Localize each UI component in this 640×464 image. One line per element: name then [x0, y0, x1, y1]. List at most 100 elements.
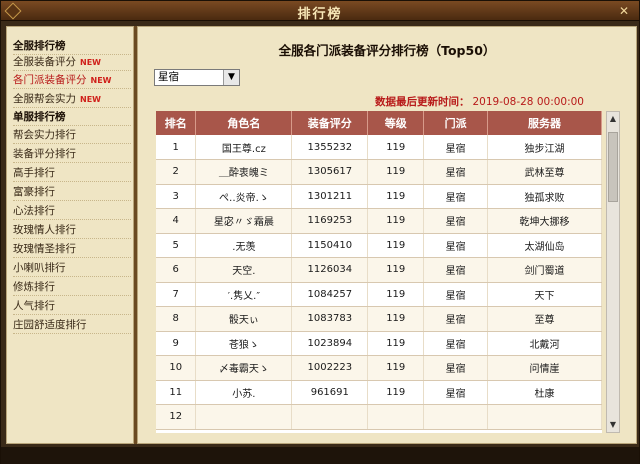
sidebar-item-label: 修炼排行: [13, 281, 55, 293]
table-row[interactable]: 11 小苏. 961691 119 星宿 杜康: [156, 380, 602, 405]
table-cell: 1301211: [291, 184, 369, 209]
chevron-down-icon[interactable]: ▼: [223, 70, 239, 85]
table-scrollbar[interactable]: ▲ ▼: [606, 111, 620, 433]
sidebar-item-label: 全服排行榜: [13, 40, 66, 52]
table-cell: 武林至尊: [487, 159, 602, 185]
sidebar-item[interactable]: 小喇叭排行: [13, 261, 131, 277]
table-cell: 119: [367, 282, 425, 307]
table-cell: 3: [156, 184, 197, 209]
table-cell: [291, 404, 369, 430]
table-cell: 杜康: [487, 380, 602, 405]
table-cell: 乾坤大挪移: [487, 208, 602, 234]
sidebar-item[interactable]: 富豪排行: [13, 185, 131, 201]
table-cell: [367, 404, 425, 430]
sidebar-item[interactable]: 人气排行: [13, 299, 131, 315]
table-row[interactable]: 5 .无羡 1150410 119 星宿 太湖仙岛: [156, 233, 602, 258]
table-cell: 独孤求败: [487, 184, 602, 209]
table-row[interactable]: 8 骰天ぃ 1083783 119 星宿 至尊: [156, 306, 602, 332]
table-row[interactable]: 1 国王尊.cz 1355232 119 星宿 独步江湖: [156, 135, 602, 160]
table-cell: 小苏.: [195, 380, 293, 405]
table-cell: 1: [156, 135, 197, 160]
table-cell: 119: [367, 355, 425, 381]
sidebar-item[interactable]: 帮会实力排行: [13, 128, 131, 144]
column-header[interactable]: 门派: [423, 111, 489, 135]
sidebar-item[interactable]: 全服帮会实力 NEW: [13, 92, 131, 108]
sect-select[interactable]: 星宿 ▼: [154, 69, 240, 86]
table-row[interactable]: 6 天空. 1126034 119 星宿 剑门蜀道: [156, 257, 602, 283]
column-header[interactable]: 排名: [156, 111, 197, 135]
table-cell: 119: [367, 159, 425, 185]
table-cell: 7: [156, 282, 197, 307]
column-header[interactable]: 角色名: [195, 111, 293, 135]
sidebar-item[interactable]: 心法排行: [13, 204, 131, 220]
column-header[interactable]: 等级: [367, 111, 425, 135]
table-cell: 太湖仙岛: [487, 233, 602, 258]
table-cell: 9: [156, 331, 197, 356]
column-header[interactable]: 装备评分: [291, 111, 369, 135]
table-cell: 星宿: [423, 355, 489, 381]
new-badge: NEW: [80, 95, 101, 104]
table-cell: 119: [367, 233, 425, 258]
table-cell: 1355232: [291, 135, 369, 160]
window-title: 排行榜: [297, 7, 343, 22]
scroll-up-icon[interactable]: ▲: [607, 112, 619, 126]
sidebar: 全服排行榜 全服装备评分 NEW 各门派装备评分 NEW 全服帮会实力 NEW 单服排行榜 帮会…: [6, 26, 134, 444]
sidebar-item-label: 帮会实力排行: [13, 129, 76, 141]
table-cell: 星宿: [423, 233, 489, 258]
ranking-table: 排名 角色名 装备评分 等级 门派 服务器 1 国王尊.cz 1355232 119 星宿 独步江湖…: [156, 111, 602, 430]
table-row[interactable]: 9 苍狼ゝ 1023894 119 星宿 北戴河: [156, 331, 602, 356]
table-cell: 北戴河: [487, 331, 602, 356]
scroll-down-icon[interactable]: ▼: [607, 418, 619, 432]
sidebar-item[interactable]: 全服装备评分 NEW: [13, 55, 131, 71]
sidebar-item-label: 心法排行: [13, 205, 55, 217]
table-cell: 国王尊.cz: [195, 135, 293, 160]
sidebar-item[interactable]: 玫瑰情圣排行: [13, 242, 131, 258]
table-cell: 1083783: [291, 306, 369, 332]
table-cell: 1169253: [291, 208, 369, 234]
table-cell: 星宿: [423, 331, 489, 356]
table-cell: 119: [367, 306, 425, 332]
sidebar-item[interactable]: 高手排行: [13, 166, 131, 182]
new-badge: NEW: [90, 76, 112, 85]
table-cell: 1084257: [291, 282, 369, 307]
sidebar-item: 全服排行榜: [13, 39, 131, 55]
table-header-row: 排名 角色名 装备评分 等级 门派 服务器: [156, 111, 602, 135]
table-cell: 星宓〃ゞ霜晨: [195, 208, 293, 234]
table-row[interactable]: 7 ′.隽乂.″ 1084257 119 星宿 天下: [156, 282, 602, 307]
sidebar-item[interactable]: 各门派装备评分 NEW: [13, 73, 131, 89]
table-row[interactable]: 2 ＿酔衷魄ミ 1305617 119 星宿 武林至尊: [156, 159, 602, 185]
table-cell: 骰天ぃ: [195, 306, 293, 332]
sidebar-item-label: 玫瑰情圣排行: [13, 243, 76, 255]
table-cell: 星宿: [423, 184, 489, 209]
table-cell: 问情崖: [487, 355, 602, 381]
close-icon[interactable]: ✕: [617, 4, 631, 18]
table-row[interactable]: 12: [156, 404, 602, 430]
table-cell: 1002223: [291, 355, 369, 381]
table-cell: 星宿: [423, 135, 489, 160]
table-cell: 天空.: [195, 257, 293, 283]
table-cell: 4: [156, 208, 197, 234]
table-cell: 星宿: [423, 208, 489, 234]
sidebar-item-label: 高手排行: [13, 167, 55, 179]
sidebar-item-label: 装备评分排行: [13, 148, 76, 160]
table-cell: [195, 404, 293, 430]
table-row[interactable]: 3 ぺ‥炎帝.ゝ 1301211 119 星宿 独孤求败: [156, 184, 602, 209]
sidebar-item[interactable]: 装备评分排行: [13, 147, 131, 163]
table-cell: 独步江湖: [487, 135, 602, 160]
table-cell: 星宿: [423, 306, 489, 332]
table-row[interactable]: 4 星宓〃ゞ霜晨 1169253 119 星宿 乾坤大挪移: [156, 208, 602, 234]
sidebar-item-label: 玫瑰情人排行: [13, 224, 76, 236]
sidebar-item[interactable]: 玫瑰情人排行: [13, 223, 131, 239]
sidebar-item-label: 全服帮会实力: [13, 93, 76, 105]
table-cell: 苍狼ゝ: [195, 331, 293, 356]
column-header[interactable]: 服务器: [487, 111, 602, 135]
table-cell: 8: [156, 306, 197, 332]
sidebar-item[interactable]: 修炼排行: [13, 280, 131, 296]
sect-select-value: 星宿: [158, 71, 179, 83]
sidebar-item[interactable]: 庄园舒适度排行: [13, 318, 131, 334]
table-cell: 6: [156, 257, 197, 283]
table-cell: ぺ‥炎帝.ゝ: [195, 184, 293, 209]
table-row[interactable]: 10 〆毒霸天ゝ 1002223 119 星宿 问情崖: [156, 355, 602, 381]
scroll-thumb[interactable]: [608, 132, 618, 202]
table-cell: 119: [367, 135, 425, 160]
